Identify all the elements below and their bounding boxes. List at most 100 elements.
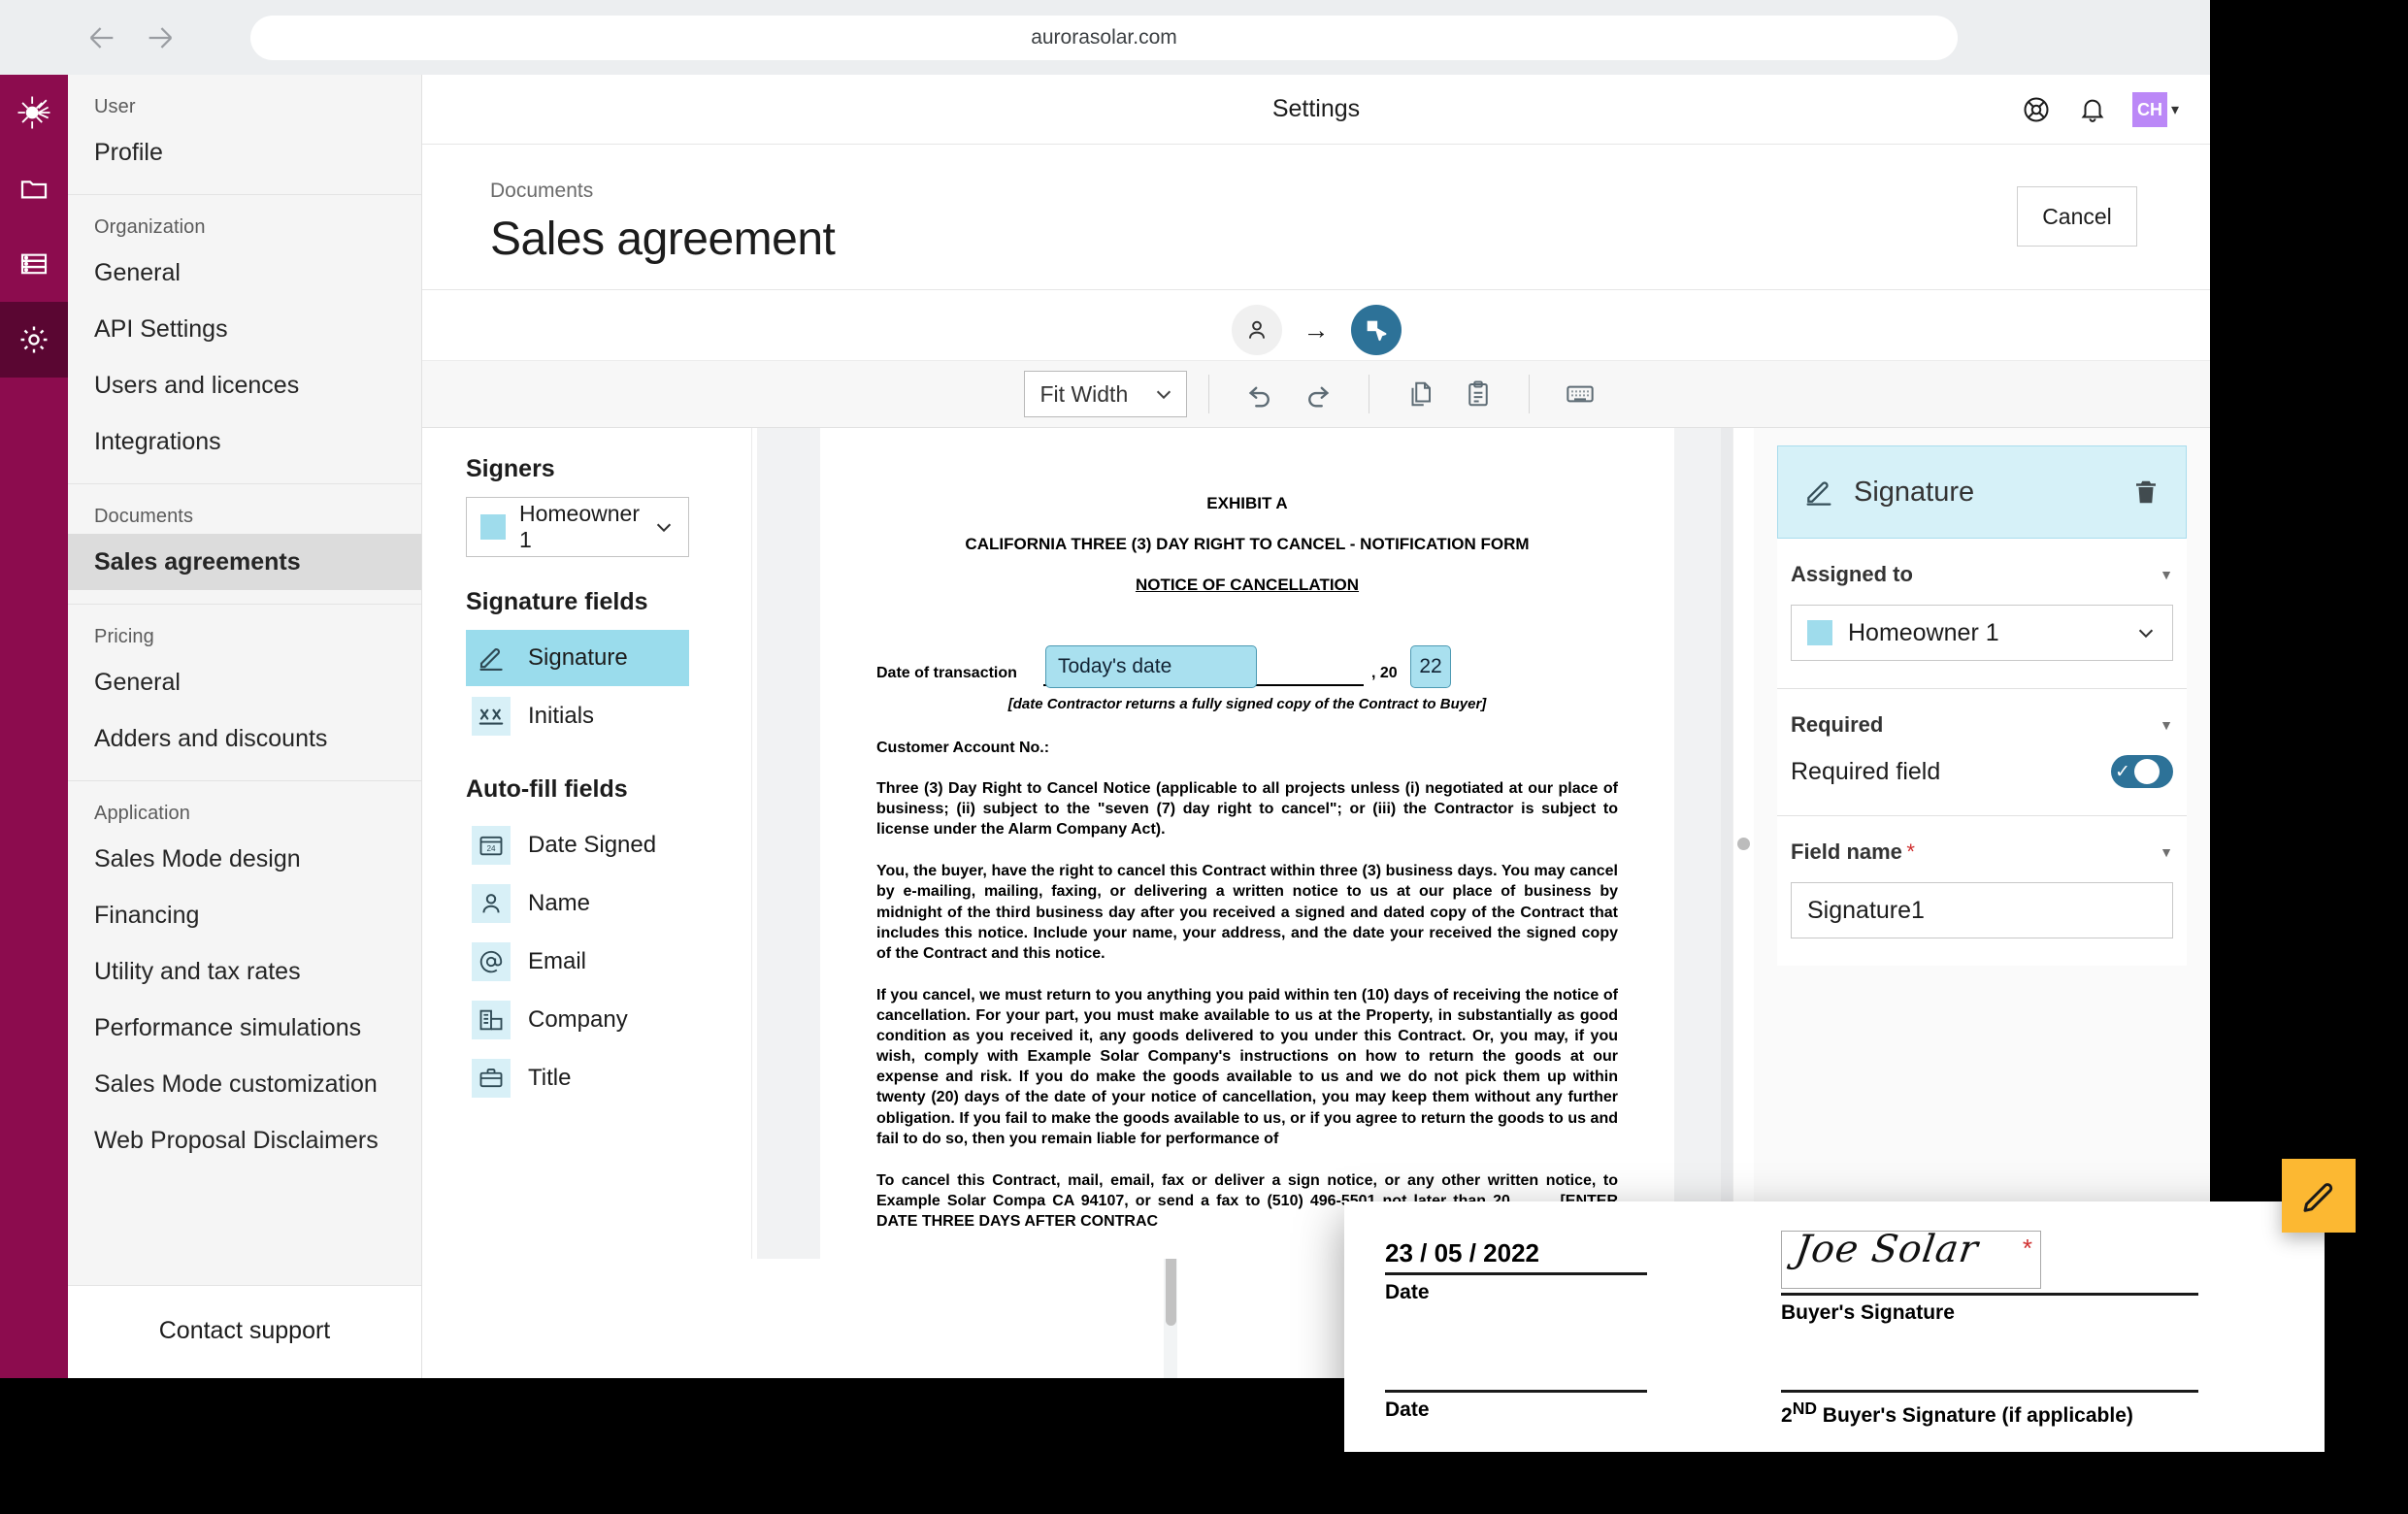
document-scrollbar-track[interactable] [1721, 428, 1732, 1259]
palette-item-title[interactable]: Title [466, 1050, 689, 1106]
sidebar-group-title: Organization [68, 195, 421, 245]
palette-item-email[interactable]: Email [466, 934, 689, 990]
url-text: aurorasolar.com [1031, 26, 1177, 49]
topbar-title: Settings [1272, 95, 1360, 123]
second-signature-caption: 2ND Buyer's Signature (if applicable) [1781, 1399, 2198, 1428]
second-sig-rest: Buyer's Signature (if applicable) [1817, 1404, 2133, 1427]
sidebar-group-organization: Organization General API Settings Users … [68, 195, 421, 484]
keyboard-shortcuts-button[interactable] [1559, 373, 1601, 415]
sidebar-item-integrations[interactable]: Integrations [68, 413, 421, 470]
second-sig-prefix: 2 [1781, 1404, 1793, 1427]
palette-item-initials[interactable]: Initials [466, 688, 689, 744]
chevron-down-icon [653, 516, 675, 538]
arrow-left-icon [85, 21, 118, 54]
field-name-block: Field name * ▼ Signature1 [1777, 816, 2187, 966]
signers-title: Signers [466, 455, 751, 483]
field-todays-date[interactable]: Today's date [1045, 645, 1257, 688]
copy-pages-icon [1405, 379, 1435, 409]
zoom-select[interactable]: Fit Width [1024, 371, 1187, 417]
redo-button[interactable] [1297, 373, 1339, 415]
assigned-to-select[interactable]: Homeowner 1 [1791, 605, 2173, 661]
sidebar-item-sales-agreements[interactable]: Sales agreements [68, 534, 421, 590]
folder-icon [18, 173, 49, 204]
sidebar-item-sales-mode-customization[interactable]: Sales Mode customization [68, 1056, 421, 1112]
signature-input-box[interactable]: Joe Solar * [1781, 1231, 2041, 1289]
palette-item-label: Email [528, 948, 586, 975]
cancel-button[interactable]: Cancel [2017, 186, 2137, 247]
app-window: User Profile Organization General API Se… [0, 75, 2210, 1378]
sidebar-item-profile[interactable]: Profile [68, 124, 421, 181]
signer-color-swatch [480, 514, 506, 540]
palette-item-company[interactable]: Company [466, 992, 689, 1048]
panel-splitter[interactable] [1732, 428, 1754, 1259]
help-button[interactable] [2020, 93, 2053, 126]
paste-button[interactable] [1457, 373, 1500, 415]
step-signers[interactable] [1232, 305, 1282, 355]
sidebar-item-sales-mode-design[interactable]: Sales Mode design [68, 831, 421, 887]
arrow-right-icon [144, 21, 177, 54]
pen-signature-icon [1803, 477, 1834, 508]
palette-item-label: Signature [528, 644, 628, 672]
notifications-button[interactable] [2076, 93, 2109, 126]
sidebar-group-documents: Documents Sales agreements [68, 484, 421, 605]
document-heading: CALIFORNIA THREE (3) DAY RIGHT TO CANCEL… [876, 535, 1618, 554]
second-buyer-signature-field: 2ND Buyer's Signature (if applicable) [1781, 1386, 2198, 1428]
palette-item-label: Title [528, 1065, 571, 1092]
rail-item-settings[interactable] [0, 302, 68, 378]
contact-support-link[interactable]: Contact support [68, 1285, 421, 1378]
required-header[interactable]: Required ▼ [1791, 712, 2173, 738]
sidebar-item-adders-and-discounts[interactable]: Adders and discounts [68, 710, 421, 767]
delete-field-button[interactable] [2131, 477, 2161, 507]
transaction-note: [date Contractor returns a fully signed … [876, 696, 1618, 712]
place-field-cursor-icon [1363, 316, 1390, 344]
sidebar-group-pricing: Pricing General Adders and discounts [68, 605, 421, 781]
signer-select[interactable]: Homeowner 1 [466, 497, 689, 557]
date-rule [1385, 1390, 1647, 1393]
required-field-toggle[interactable]: ✓ [2111, 755, 2173, 788]
sidebar-item-utility-and-tax-rates[interactable]: Utility and tax rates [68, 943, 421, 1000]
avatar[interactable]: CH [2132, 92, 2167, 127]
lifebuoy-icon [2022, 95, 2051, 124]
signature-rule [1781, 1293, 2198, 1296]
rail-item-database[interactable] [0, 226, 68, 302]
browser-back-button[interactable] [80, 16, 124, 60]
caret-down-icon: ▼ [2160, 567, 2173, 582]
rail-item-projects[interactable] [0, 150, 68, 226]
breadcrumb[interactable]: Documents [490, 180, 2210, 203]
address-bar[interactable]: aurorasolar.com [250, 16, 1958, 60]
assigned-to-header[interactable]: Assigned to ▼ [1791, 562, 2173, 587]
sidebar-item-financing[interactable]: Financing [68, 887, 421, 943]
sidebar-item-users-and-licences[interactable]: Users and licences [68, 357, 421, 413]
chevron-down-icon[interactable]: ▾ [2171, 100, 2179, 119]
assigned-color-swatch [1807, 620, 1832, 645]
assigned-to-label: Assigned to [1791, 562, 1913, 587]
document-subheading: NOTICE OF CANCELLATION [876, 576, 1618, 595]
sidebar-item-pricing-general[interactable]: General [68, 654, 421, 710]
sidebar-item-general[interactable]: General [68, 245, 421, 301]
document-page: EXHIBIT A CALIFORNIA THREE (3) DAY RIGHT… [820, 428, 1674, 1259]
customer-account-label: Customer Account No.: [876, 740, 1618, 757]
required-label: Required [1791, 712, 1883, 738]
topbar-actions: CH ▾ [2020, 75, 2179, 145]
aurora-logo[interactable] [0, 75, 68, 150]
field-name-header[interactable]: Field name * ▼ [1791, 839, 2173, 865]
sidebar-item-api-settings[interactable]: API Settings [68, 301, 421, 357]
browser-forward-button[interactable] [138, 16, 182, 60]
palette-item-name[interactable]: Name [466, 875, 689, 932]
palette-item-date-signed[interactable]: 24 Date Signed [466, 817, 689, 873]
copy-button[interactable] [1399, 373, 1441, 415]
palette-item-label: Company [528, 1006, 628, 1034]
zoom-value: Fit Width [1040, 381, 1129, 408]
date-rule [1385, 1272, 1647, 1275]
field-year[interactable]: 22 [1410, 645, 1451, 688]
undo-button[interactable] [1238, 373, 1281, 415]
sidebar-item-web-proposal-disclaimers[interactable]: Web Proposal Disclaimers [68, 1112, 421, 1168]
palette-item-signature[interactable]: Signature [466, 630, 689, 686]
toolbar-divider [1529, 375, 1530, 413]
sidebar-item-performance-simulations[interactable]: Performance simulations [68, 1000, 421, 1056]
main-content: Settings [422, 75, 2210, 1378]
field-name-input[interactable]: Signature1 [1791, 882, 2173, 938]
step-place-fields[interactable] [1351, 305, 1402, 355]
properties-title: Signature [1854, 477, 2112, 509]
edit-signature-fab[interactable] [2282, 1159, 2356, 1233]
